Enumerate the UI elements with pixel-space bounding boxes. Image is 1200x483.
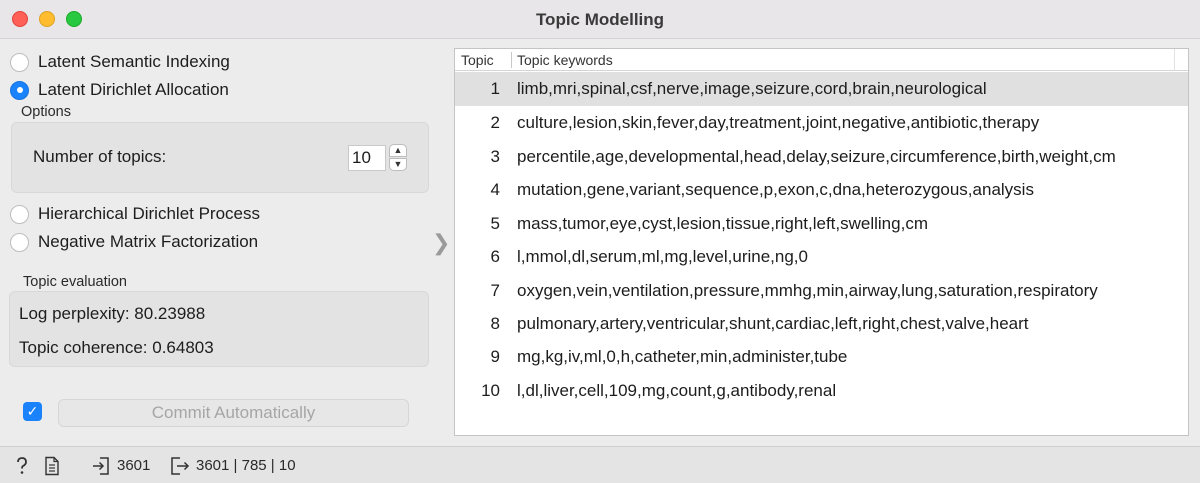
table-row[interactable]: 8 pulmonary,artery,ventricular,shunt,car…: [455, 307, 1188, 341]
radio-hdp[interactable]: Hierarchical Dirichlet Process: [10, 202, 260, 226]
table-row[interactable]: 10 l,dl,liver,cell,109,mg,count,g,antibo…: [455, 374, 1188, 408]
radio-nmf[interactable]: Negative Matrix Factorization: [10, 230, 258, 254]
table-row[interactable]: 3 percentile,age,developmental,head,dela…: [455, 140, 1188, 174]
topic-number: 1: [490, 79, 500, 98]
topic-number: 7: [490, 281, 500, 300]
topic-number: 5: [490, 214, 500, 233]
commit-checkbox[interactable]: ✓: [23, 402, 42, 421]
column-divider: [511, 52, 512, 68]
output-icon: [171, 457, 190, 475]
topic-keywords: l,mmol,dl,serum,ml,mg,level,urine,ng,0: [517, 247, 808, 266]
radio-button-checked[interactable]: [10, 80, 29, 100]
radio-label: Negative Matrix Factorization: [38, 232, 259, 251]
input-icon: [93, 457, 109, 475]
column-header-keywords[interactable]: Topic keywords: [517, 49, 613, 71]
topic-number: 10: [481, 381, 500, 400]
chevron-down-icon[interactable]: ▼: [389, 158, 407, 171]
radio-button[interactable]: [10, 52, 29, 72]
radio-lda[interactable]: Latent Dirichlet Allocation: [10, 78, 229, 102]
topic-number: 3: [490, 147, 500, 166]
commit-button[interactable]: Commit Automatically: [58, 399, 409, 427]
column-header-topic[interactable]: Topic: [461, 49, 494, 71]
topic-number: 2: [490, 113, 500, 132]
table-row[interactable]: 6 l,mmol,dl,serum,ml,mg,level,urine,ng,0: [455, 240, 1188, 274]
radio-label: Latent Dirichlet Allocation: [38, 80, 229, 99]
table-row[interactable]: 4 mutation,gene,variant,sequence,p,exon,…: [455, 173, 1188, 207]
evaluation-label: Topic evaluation: [23, 274, 127, 290]
num-topics-label: Number of topics:: [33, 147, 167, 166]
table-row[interactable]: 7 oxygen,vein,ventilation,pressure,mmhg,…: [455, 274, 1188, 308]
chevron-right-icon[interactable]: ❯: [432, 230, 450, 256]
topic-keywords: mg,kg,iv,ml,0,h,catheter,min,administer,…: [517, 347, 848, 366]
radio-lsi[interactable]: Latent Semantic Indexing: [10, 50, 230, 74]
title-bar: Topic Modelling: [0, 0, 1200, 39]
topic-number: 9: [490, 347, 500, 366]
topic-number: 8: [490, 314, 500, 333]
table-row[interactable]: 2 culture,lesion,skin,fever,day,treatmen…: [455, 106, 1188, 140]
topic-keywords: oxygen,vein,ventilation,pressure,mmhg,mi…: [517, 281, 1098, 300]
table-header: Topic Topic keywords: [455, 49, 1188, 71]
topic-keywords: mutation,gene,variant,sequence,p,exon,c,…: [517, 180, 1034, 199]
topic-keywords: mass,tumor,eye,cyst,lesion,tissue,right,…: [517, 214, 928, 233]
topic-keywords: limb,mri,spinal,csf,nerve,image,seizure,…: [517, 79, 987, 98]
topic-coherence: Topic coherence: 0.64803: [19, 338, 214, 357]
input-count: 3601: [117, 457, 151, 474]
radio-label: Latent Semantic Indexing: [38, 52, 230, 71]
table-row[interactable]: 5 mass,tumor,eye,cyst,lesion,tissue,righ…: [455, 207, 1188, 241]
topic-number: 6: [490, 247, 500, 266]
log-perplexity: Log perplexity: 80.23988: [19, 304, 206, 323]
output-summary: 3601 | 785 | 10: [196, 457, 296, 474]
header-scroll-corner: [1174, 49, 1188, 71]
topics-table: Topic Topic keywords 1 limb,mri,spinal,c…: [454, 48, 1189, 436]
options-label: Options: [21, 104, 71, 120]
chevron-up-icon[interactable]: ▲: [389, 144, 407, 157]
num-topics-stepper[interactable]: ▲ ▼: [388, 144, 408, 172]
table-row[interactable]: 9 mg,kg,iv,ml,0,h,catheter,min,administe…: [455, 340, 1188, 374]
radio-label: Hierarchical Dirichlet Process: [38, 204, 261, 223]
topic-keywords: culture,lesion,skin,fever,day,treatment,…: [517, 113, 1040, 132]
status-bar: 3601 3601 | 785 | 10: [0, 446, 1200, 483]
table-row[interactable]: 1 limb,mri,spinal,csf,nerve,image,seizur…: [455, 72, 1188, 106]
topic-number: 4: [490, 180, 500, 199]
report-icon[interactable]: [44, 456, 60, 476]
window-title: Topic Modelling: [535, 10, 665, 29]
radio-button[interactable]: [10, 232, 29, 252]
topic-keywords: l,dl,liver,cell,109,mg,count,g,antibody,…: [517, 381, 837, 400]
radio-button[interactable]: [10, 204, 29, 224]
topic-keywords: percentile,age,developmental,head,delay,…: [517, 147, 1116, 166]
help-icon[interactable]: [14, 456, 30, 476]
num-topics-input[interactable]: 10: [348, 145, 386, 171]
topic-keywords: pulmonary,artery,ventricular,shunt,cardi…: [517, 314, 1029, 333]
